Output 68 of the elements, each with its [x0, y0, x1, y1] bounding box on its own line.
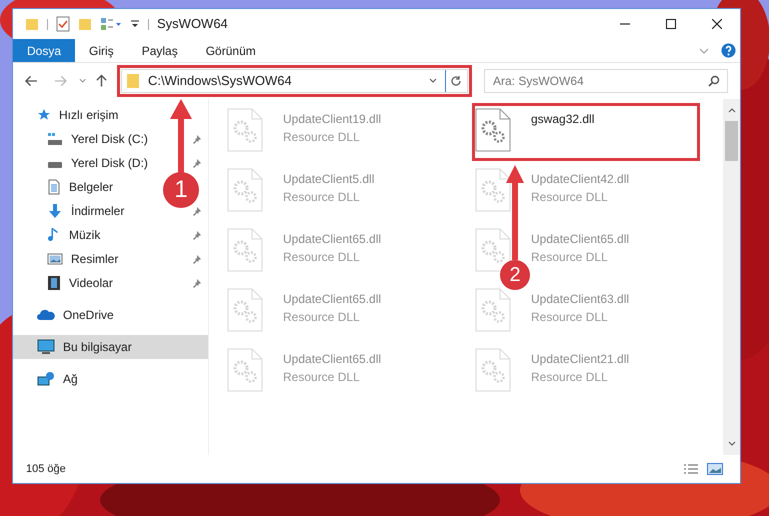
- address-bar[interactable]: C:\Windows\SysWOW64: [120, 69, 468, 93]
- star-icon: [37, 108, 51, 122]
- drive-icon: [47, 132, 63, 146]
- up-arrow-icon[interactable]: [96, 74, 107, 88]
- ribbon-tab[interactable]: Giriş: [75, 39, 128, 62]
- minimize-icon: [620, 23, 630, 25]
- customize-toolbar-icon[interactable]: [130, 19, 140, 29]
- scrollbar[interactable]: [723, 99, 740, 455]
- window-title: SysWOW64: [157, 15, 228, 34]
- ribbon-tab[interactable]: Dosya: [13, 39, 76, 62]
- pin-icon[interactable]: [192, 278, 202, 288]
- pin-icon[interactable]: [192, 158, 202, 168]
- sidebar-item[interactable]: Videolar: [69, 276, 113, 290]
- sidebar-item[interactable]: Resimler: [71, 252, 118, 266]
- large-icons-view-icon[interactable]: [707, 463, 723, 475]
- network-icon: [37, 371, 55, 387]
- file-type: Resource DLL: [531, 249, 609, 266]
- file-type: Resource DLL: [531, 369, 609, 386]
- scroll-up-icon[interactable]: [728, 107, 736, 113]
- file-type: Resource DLL: [531, 309, 609, 326]
- search-field[interactable]: Ara: SysWOW64: [484, 69, 728, 93]
- file-type: Resource DLL: [283, 249, 361, 266]
- help-icon[interactable]: [721, 43, 736, 58]
- sidebar-item[interactable]: Yerel Disk (D:): [71, 156, 148, 170]
- pin-icon[interactable]: [192, 230, 202, 240]
- file-type: Resource DLL: [531, 189, 609, 206]
- computer-icon: [37, 339, 55, 355]
- ribbon-tab[interactable]: Paylaş: [128, 39, 192, 62]
- scroll-down-icon[interactable]: [728, 441, 736, 447]
- music-note-icon: [47, 227, 61, 243]
- expand-ribbon-icon[interactable]: [699, 48, 709, 54]
- address-path: C:\Windows\SysWOW64: [148, 72, 293, 90]
- maximize-icon: [666, 19, 676, 29]
- chevron-down-icon[interactable]: [78, 78, 86, 84]
- chevron-down-icon[interactable]: [428, 78, 437, 84]
- pin-icon[interactable]: [192, 134, 202, 144]
- view-icon[interactable]: [100, 17, 122, 31]
- folder-icon: [126, 73, 140, 89]
- properties-icon[interactable]: [56, 16, 70, 32]
- scroll-thumb[interactable]: [725, 121, 738, 161]
- close-icon: [712, 19, 722, 29]
- item-count: 105 öğe: [26, 462, 67, 477]
- refresh-icon: [450, 75, 462, 87]
- pin-icon[interactable]: [192, 254, 202, 264]
- film-icon: [47, 275, 61, 291]
- sidebar-item[interactable]: Bu bilgisayar: [13, 335, 208, 359]
- sidebar-item[interactable]: Hızlı erişim: [59, 108, 118, 122]
- cloud-icon: [37, 309, 55, 321]
- sidebar-item[interactable]: Belgeler: [69, 180, 114, 194]
- file-type: Resource DLL: [283, 129, 361, 146]
- sidebar-item[interactable]: Yerel Disk (C:): [71, 132, 148, 146]
- back-arrow-icon[interactable]: [25, 75, 38, 87]
- download-icon: [47, 203, 63, 219]
- sidebar-item[interactable]: OneDrive: [63, 308, 114, 322]
- sidebar-item[interactable]: İndirmeler: [71, 204, 124, 218]
- image-icon: [47, 252, 63, 266]
- forward-arrow-icon[interactable]: [54, 75, 67, 87]
- file-type: Resource DLL: [283, 189, 361, 206]
- document-icon: [47, 179, 61, 195]
- details-view-icon[interactable]: [683, 463, 699, 475]
- file-type: Resource DLL: [283, 309, 361, 326]
- file-name[interactable]: gswag32.dll: [531, 110, 594, 128]
- ribbon-tab[interactable]: Görünüm: [192, 39, 270, 62]
- sidebar-item[interactable]: Ağ: [63, 372, 78, 386]
- sidebar-item[interactable]: Müzik: [69, 228, 100, 242]
- pin-icon[interactable]: [192, 206, 202, 216]
- file-type: Resource DLL: [283, 369, 361, 386]
- search-icon: [708, 75, 720, 87]
